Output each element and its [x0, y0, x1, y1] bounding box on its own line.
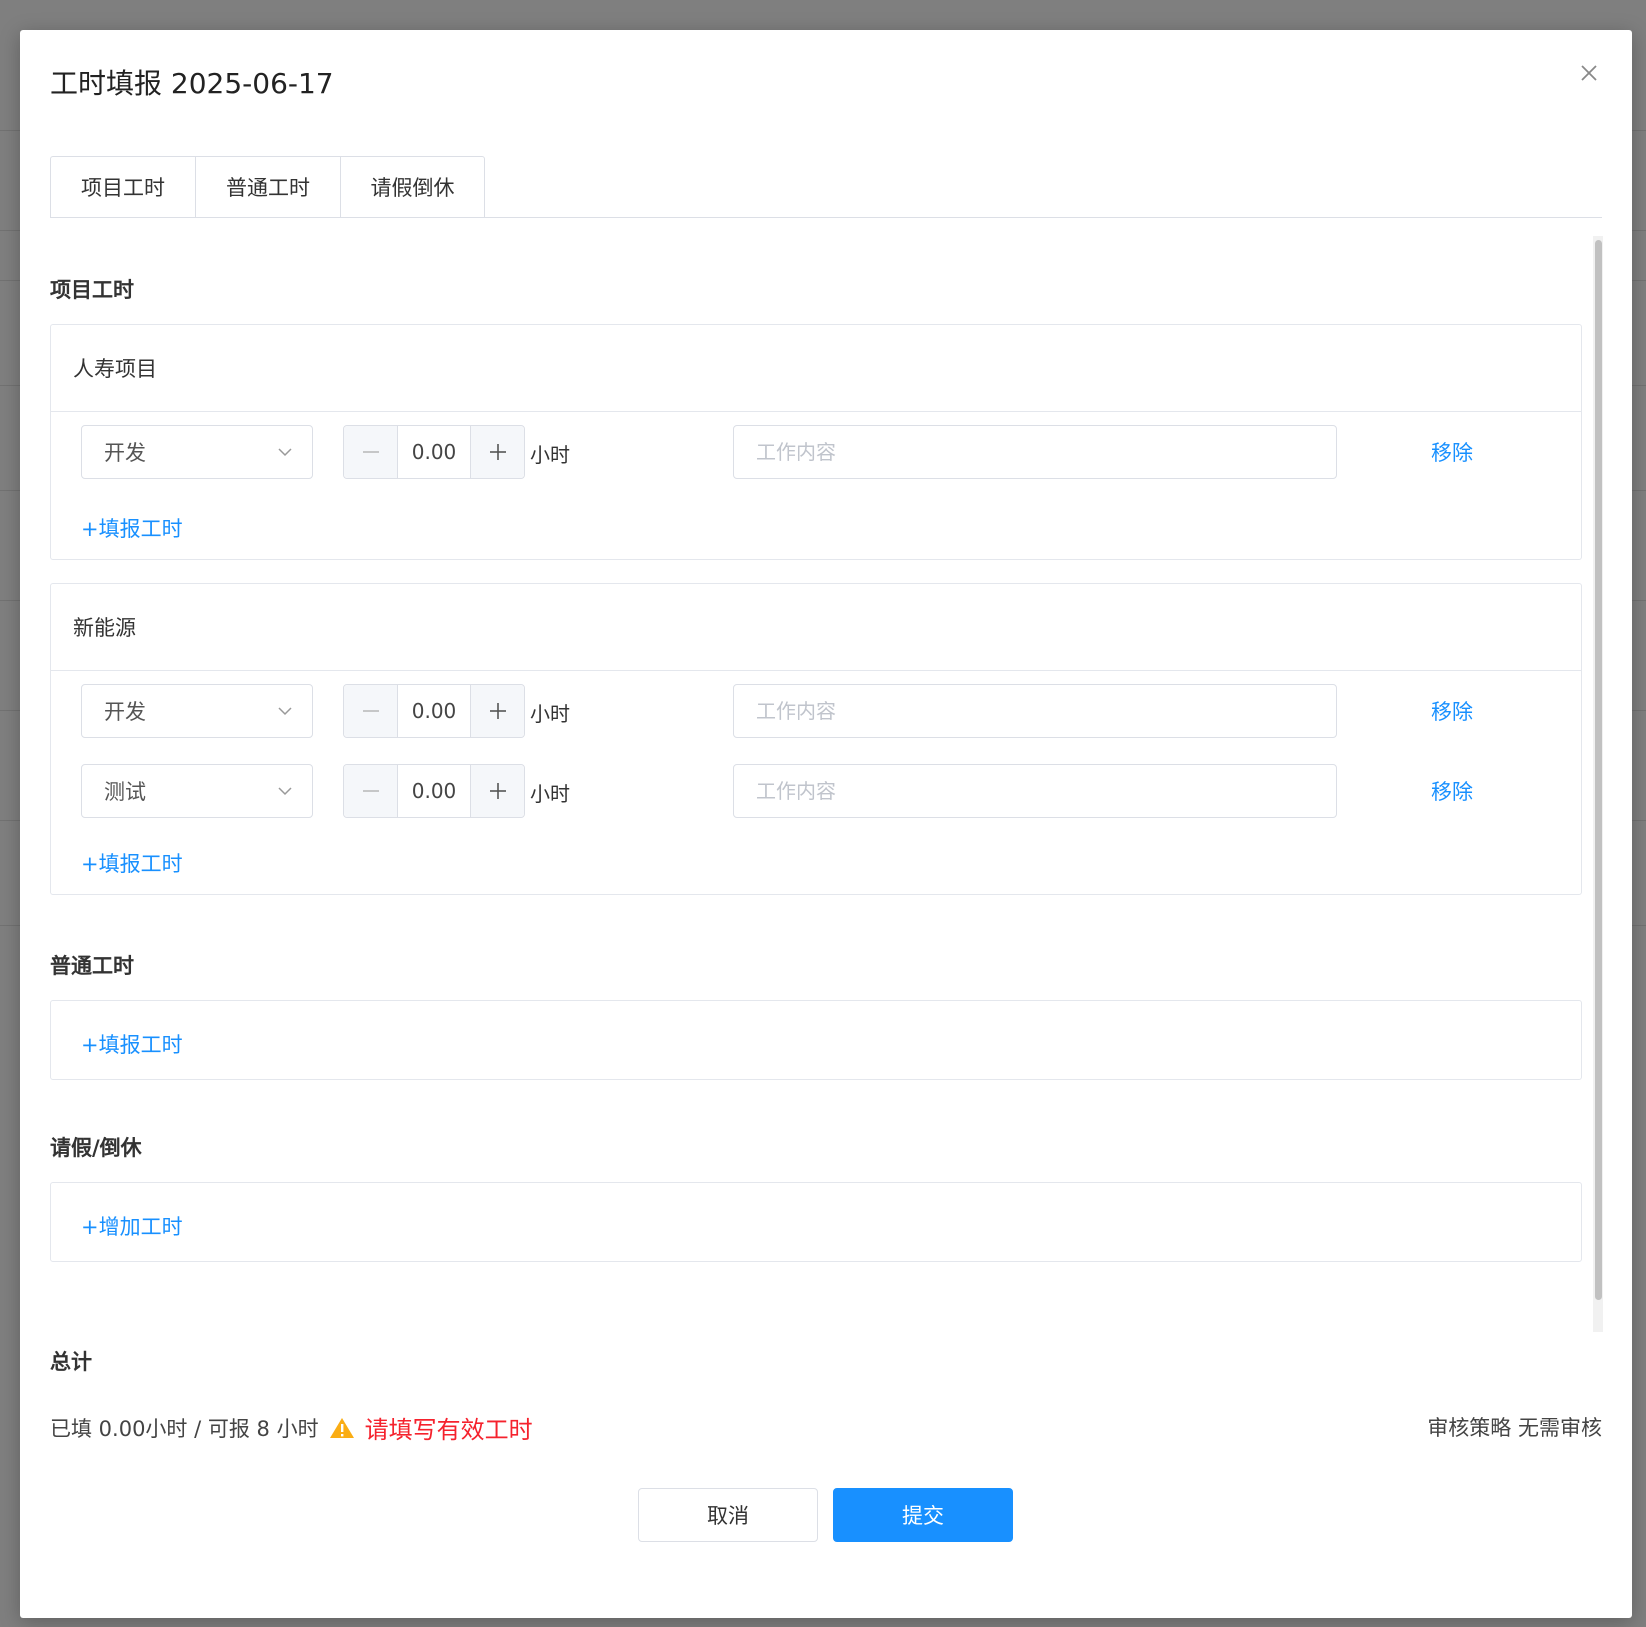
project-card: 新能源 开发 0.00 小时 移除 [50, 583, 1582, 895]
add-hours-link[interactable]: +填报工时 [81, 848, 183, 878]
work-type-value: 测试 [104, 780, 146, 804]
remove-link[interactable]: 移除 [1431, 437, 1473, 467]
plus-icon [489, 444, 506, 460]
work-type-select[interactable]: 开发 [81, 684, 313, 738]
validation-warning: 请填写有效工时 [364, 1416, 533, 1444]
minus-icon [362, 790, 379, 792]
section-title-project: 项目工时 [50, 278, 134, 302]
hours-stepper: 0.00 [343, 684, 525, 738]
chevron-down-icon [278, 787, 292, 796]
work-content-input[interactable] [733, 425, 1337, 479]
hour-entry-row: 开发 0.00 小时 移除 [81, 684, 1551, 738]
filled-hours-text: 已填 0.00小时 / 可报 8 小时 [50, 1416, 319, 1441]
leave-card: +增加工时 [50, 1182, 1582, 1262]
tab-bar: 项目工时 普通工时 请假倒休 [50, 156, 1602, 218]
remove-link[interactable]: 移除 [1431, 696, 1473, 726]
hours-value[interactable]: 0.00 [398, 765, 470, 817]
tab-normal-hours[interactable]: 普通工时 [195, 156, 340, 218]
review-policy: 审核策略 无需审核 [1427, 1416, 1602, 1440]
warning-icon [329, 1417, 354, 1438]
increase-button[interactable] [470, 765, 524, 817]
plus-icon [489, 703, 506, 719]
dialog-title: 工时填报 2025-06-17 [50, 67, 334, 100]
hours-stepper: 0.00 [343, 425, 525, 479]
work-type-select[interactable]: 测试 [81, 764, 313, 818]
add-hours-link[interactable]: +填报工时 [81, 1029, 183, 1059]
section-title-normal: 普通工时 [50, 954, 134, 978]
increase-button[interactable] [470, 685, 524, 737]
work-content-input[interactable] [733, 684, 1337, 738]
cancel-button[interactable]: 取消 [638, 1488, 818, 1542]
close-icon [1581, 65, 1597, 81]
hours-stepper: 0.00 [343, 764, 525, 818]
project-name: 人寿项目 [51, 325, 1581, 412]
timesheet-dialog: 工时填报 2025-06-17 项目工时 普通工时 请假倒休 项目工时 人寿项目… [20, 30, 1632, 1618]
work-type-value: 开发 [104, 441, 146, 465]
tab-leave[interactable]: 请假倒休 [340, 156, 485, 218]
decrease-button[interactable] [344, 685, 398, 737]
submit-button[interactable]: 提交 [833, 1488, 1013, 1542]
tab-project-hours[interactable]: 项目工时 [50, 156, 195, 218]
work-type-select[interactable]: 开发 [81, 425, 313, 479]
hours-unit: 小时 [530, 782, 570, 806]
plus-icon [489, 783, 506, 799]
total-status: 已填 0.00小时 / 可报 8 小时 请填写有效工时 [50, 1410, 533, 1445]
normal-hours-card: +填报工时 [50, 1000, 1582, 1080]
hours-unit: 小时 [530, 443, 570, 467]
minus-icon [362, 451, 379, 453]
hours-value[interactable]: 0.00 [398, 685, 470, 737]
project-name: 新能源 [51, 584, 1581, 671]
hours-unit: 小时 [530, 702, 570, 726]
remove-link[interactable]: 移除 [1431, 776, 1473, 806]
work-type-value: 开发 [104, 700, 146, 724]
total-title: 总计 [50, 1350, 92, 1374]
decrease-button[interactable] [344, 426, 398, 478]
close-button[interactable] [1574, 58, 1604, 88]
minus-icon [362, 710, 379, 712]
project-card: 人寿项目 开发 0.00 小时 移除 [50, 324, 1582, 560]
work-content-input[interactable] [733, 764, 1337, 818]
hour-entry-row: 开发 0.00 小时 移除 [81, 425, 1551, 479]
form-scroll-area[interactable]: 项目工时 人寿项目 开发 0.00 小时 工作内容 移除 +填报工时 新能源 开… [50, 236, 1612, 1332]
scrollbar-thumb[interactable] [1595, 240, 1602, 1300]
hours-value[interactable]: 0.00 [398, 426, 470, 478]
decrease-button[interactable] [344, 765, 398, 817]
chevron-down-icon [278, 707, 292, 716]
chevron-down-icon [278, 448, 292, 457]
section-title-leave: 请假/倒休 [50, 1136, 142, 1160]
add-leave-hours-link[interactable]: +增加工时 [81, 1211, 183, 1241]
add-hours-link[interactable]: +填报工时 [81, 513, 183, 543]
hour-entry-row: 测试 0.00 小时 移除 [81, 764, 1551, 818]
increase-button[interactable] [470, 426, 524, 478]
